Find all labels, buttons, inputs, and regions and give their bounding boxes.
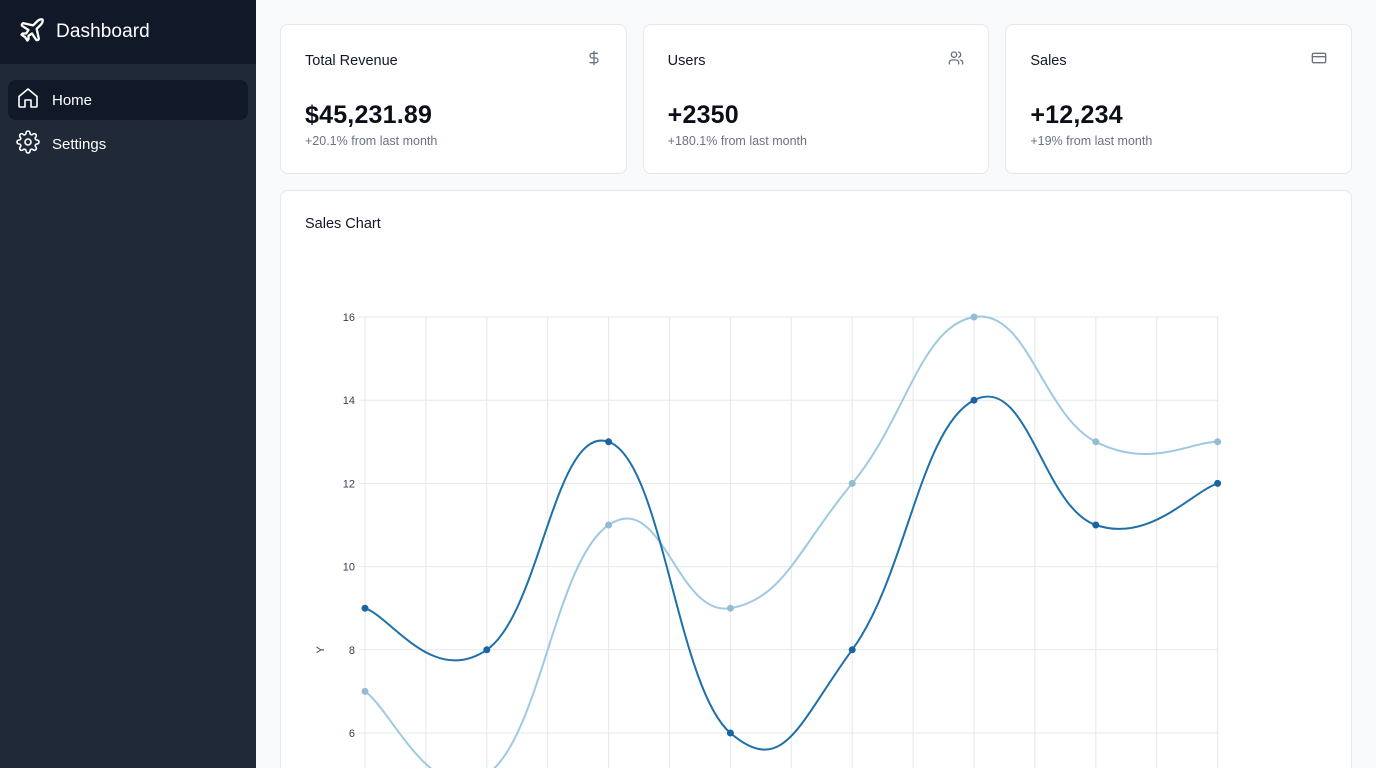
data-point-1 — [848, 479, 856, 487]
dollar-icon — [586, 50, 602, 71]
sales-chart-card: Sales Chart 6 8 10 12 14 16 Y — [280, 190, 1352, 768]
stat-card-users: Users +2350 +180.1% from last month — [642, 24, 990, 174]
y-tick-label: 12 — [343, 478, 355, 490]
app-root: Dashboard Home Settings Total Revenue $4… — [0, 0, 1376, 768]
data-point-0 — [1214, 479, 1222, 487]
data-point-0 — [1092, 521, 1100, 529]
sidebar-item-home[interactable]: Home — [8, 80, 248, 120]
users-icon — [948, 50, 964, 71]
data-point-0 — [848, 646, 856, 654]
card-title: Total Revenue — [305, 52, 398, 69]
gear-icon — [16, 130, 40, 158]
sidebar-item-label: Home — [52, 91, 93, 109]
card-subtext: +180.1% from last month — [667, 134, 807, 148]
sidebar: Dashboard Home Settings — [0, 0, 256, 768]
data-point-1 — [605, 521, 613, 529]
card-subtext: +20.1% from last month — [305, 134, 438, 148]
brand-title: Dashboard — [56, 21, 150, 42]
card-value: +2350 — [667, 101, 739, 129]
card-subtext: +19% from last month — [1030, 134, 1153, 148]
data-point-1 — [726, 604, 734, 612]
data-point-0 — [970, 396, 978, 404]
card-title: Sales — [1030, 52, 1067, 69]
y-tick-label: 16 — [343, 312, 355, 324]
y-axis-label: Y — [315, 645, 327, 653]
data-point-0 — [726, 729, 734, 737]
y-tick-label: 10 — [343, 562, 355, 574]
stat-card-revenue: Total Revenue $45,231.89 +20.1% from las… — [280, 24, 627, 174]
data-point-0 — [605, 438, 613, 446]
data-point-0 — [483, 646, 491, 654]
card-value: +12,234 — [1030, 101, 1123, 129]
stat-card-sales: Sales +12,234 +19% from last month — [1005, 24, 1353, 174]
y-tick-label: 8 — [349, 645, 355, 657]
sidebar-item-label: Settings — [52, 135, 107, 153]
y-tick-label: 14 — [343, 395, 355, 407]
plane-icon — [18, 16, 46, 49]
y-tick-label: 6 — [349, 728, 355, 740]
card-value: $45,231.89 — [305, 101, 433, 129]
sidebar-brand[interactable]: Dashboard — [0, 0, 256, 64]
home-icon — [16, 86, 40, 114]
card-title: Users — [667, 52, 706, 69]
data-point-1 — [1214, 438, 1222, 446]
data-point-0 — [361, 604, 369, 612]
credit-card-icon — [1311, 50, 1327, 71]
data-point-1 — [361, 687, 369, 695]
sidebar-item-settings[interactable]: Settings — [8, 124, 248, 164]
main-content: Total Revenue $45,231.89 +20.1% from las… — [256, 0, 1376, 768]
sidebar-nav: Home Settings — [0, 64, 256, 184]
sales-chart: 6 8 10 12 14 16 Y — [315, 312, 1222, 768]
data-point-1 — [970, 313, 978, 321]
data-point-1 — [1092, 438, 1100, 446]
stat-cards: Total Revenue $45,231.89 +20.1% from las… — [280, 24, 1353, 174]
